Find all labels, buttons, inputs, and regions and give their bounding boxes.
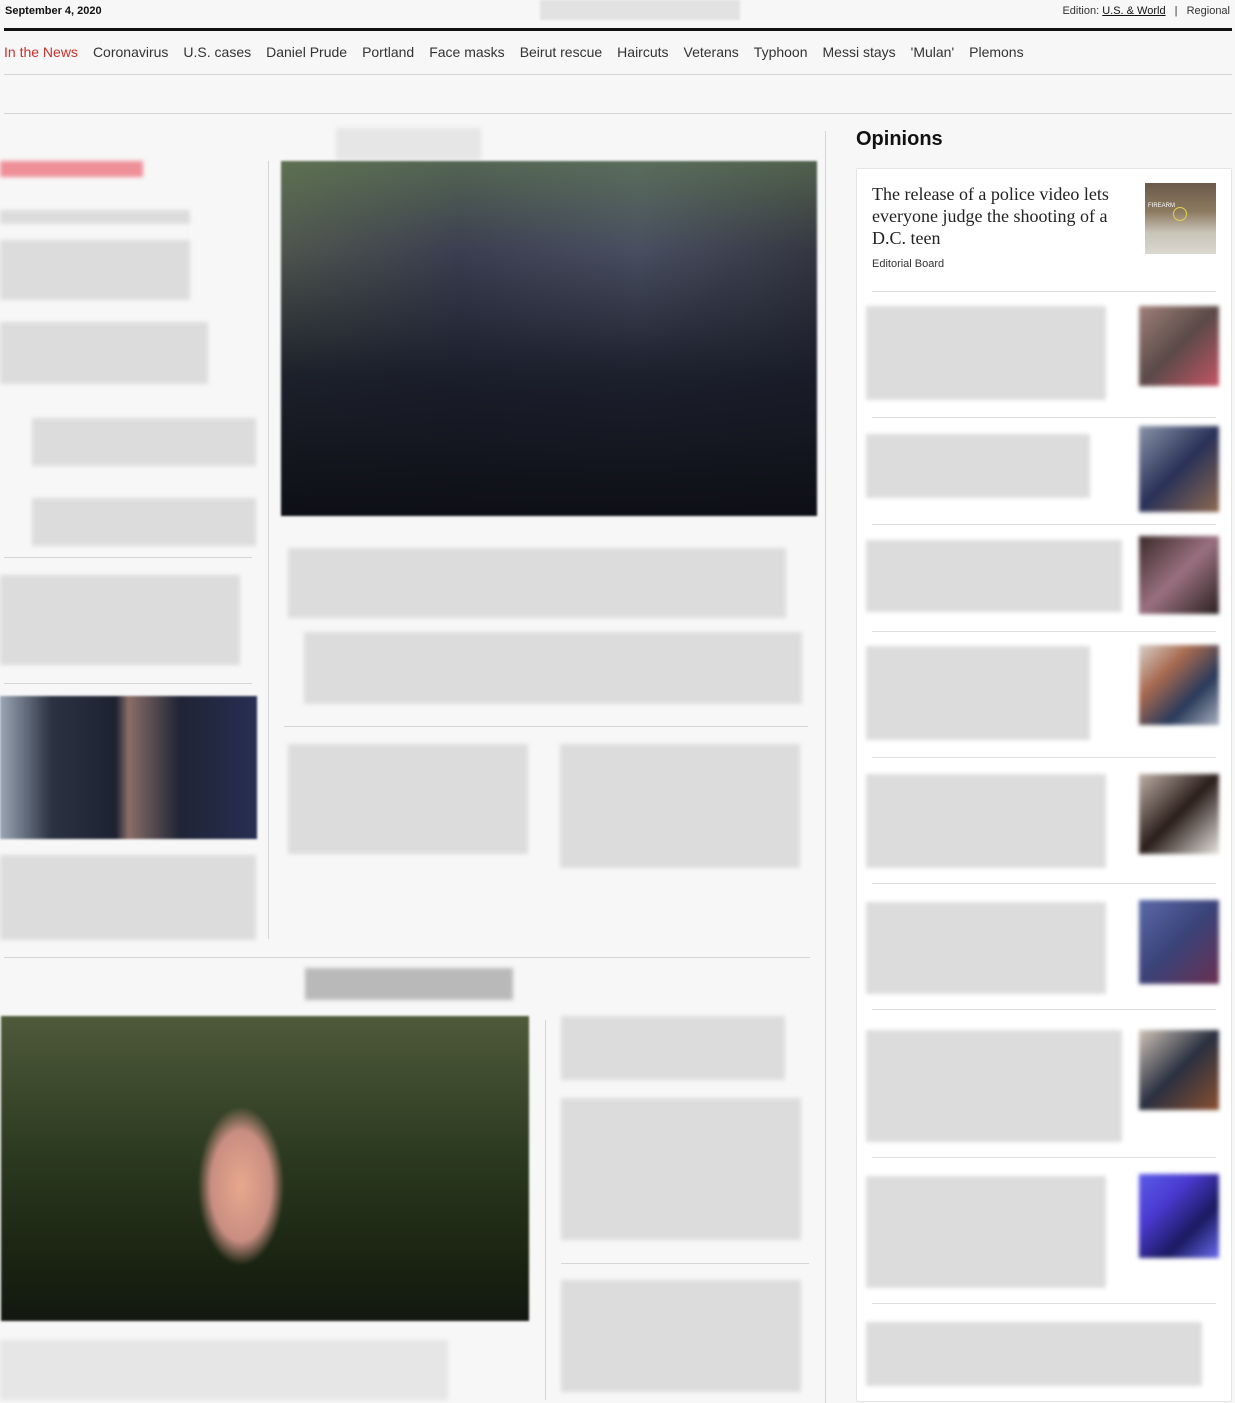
edition-label: Edition: bbox=[1062, 5, 1100, 17]
divider bbox=[561, 1263, 809, 1264]
opinion-item-thumbnail[interactable] bbox=[1139, 900, 1219, 984]
highlight-circle-icon bbox=[1173, 207, 1187, 221]
divider bbox=[4, 957, 810, 958]
header-rule bbox=[4, 28, 1232, 31]
section-title-redacted bbox=[305, 968, 513, 1000]
in-the-news-nav: In the News Coronavirus U.S. cases Danie… bbox=[4, 44, 1039, 60]
story-redacted[interactable] bbox=[561, 1280, 801, 1392]
nav-item[interactable]: Portland bbox=[362, 44, 414, 60]
column-divider bbox=[268, 161, 269, 939]
opinion-item-thumbnail[interactable] bbox=[1139, 1030, 1219, 1110]
opinions-heading[interactable]: Opinions bbox=[856, 128, 943, 151]
story-kicker-redacted bbox=[0, 210, 190, 224]
main-kicker-redacted bbox=[336, 128, 481, 160]
story-summary-redacted bbox=[0, 322, 208, 384]
opinion-item-redacted[interactable] bbox=[866, 306, 1106, 400]
opinion-item-redacted[interactable] bbox=[866, 540, 1122, 612]
opinion-headline[interactable]: The release of a police video lets every… bbox=[872, 183, 1122, 249]
divider bbox=[284, 726, 808, 727]
section-divider bbox=[4, 113, 1232, 114]
opinion-divider bbox=[872, 883, 1216, 884]
nav-divider bbox=[4, 74, 1232, 75]
story-redacted[interactable] bbox=[560, 744, 800, 868]
nav-item[interactable]: 'Mulan' bbox=[911, 44, 954, 60]
opinion-divider bbox=[872, 757, 1216, 758]
opinion-thumbnail[interactable]: FIREARM bbox=[1145, 183, 1216, 254]
site-logo[interactable] bbox=[540, 0, 740, 20]
opinion-divider bbox=[872, 417, 1216, 418]
edition-us-world-link[interactable]: U.S. & World bbox=[1102, 5, 1165, 17]
opinion-item-thumbnail[interactable] bbox=[1139, 774, 1219, 854]
story-label-redacted bbox=[0, 161, 143, 177]
bottom-caption-redacted bbox=[0, 1340, 448, 1400]
nav-item[interactable]: Face masks bbox=[429, 44, 504, 60]
opinion-item-redacted[interactable] bbox=[866, 1176, 1106, 1288]
story-redacted[interactable] bbox=[288, 744, 528, 854]
story-redacted[interactable] bbox=[561, 1016, 785, 1080]
edition-regional-link[interactable]: Regional bbox=[1187, 5, 1230, 17]
opinion-item-redacted[interactable] bbox=[866, 902, 1106, 994]
nav-item[interactable]: Daniel Prude bbox=[266, 44, 347, 60]
divider bbox=[4, 683, 252, 684]
nav-in-the-news[interactable]: In the News bbox=[4, 44, 78, 60]
column-divider bbox=[825, 131, 826, 1403]
story-redacted[interactable] bbox=[0, 575, 240, 665]
story-headline-redacted[interactable] bbox=[0, 240, 190, 300]
nav-item[interactable]: Coronavirus bbox=[93, 44, 168, 60]
story-image[interactable] bbox=[0, 696, 257, 839]
opinion-item-thumbnail[interactable] bbox=[1139, 536, 1219, 614]
story-bullet-redacted[interactable] bbox=[32, 418, 256, 466]
opinion-item-thumbnail[interactable] bbox=[1139, 306, 1219, 386]
opinion-item-redacted[interactable] bbox=[866, 1322, 1202, 1386]
opinion-item-redacted[interactable] bbox=[866, 434, 1090, 498]
divider bbox=[4, 557, 252, 558]
main-headline-redacted[interactable] bbox=[288, 548, 786, 618]
thumbnail-caption: FIREARM bbox=[1148, 203, 1175, 209]
column-divider bbox=[545, 1020, 546, 1400]
page-date: September 4, 2020 bbox=[5, 5, 102, 17]
opinion-divider bbox=[872, 631, 1216, 632]
story-redacted[interactable] bbox=[0, 855, 256, 940]
nav-item[interactable]: Veterans bbox=[684, 44, 739, 60]
nav-item[interactable]: U.S. cases bbox=[183, 44, 251, 60]
opinion-divider bbox=[872, 1157, 1216, 1158]
opinion-author[interactable]: Editorial Board bbox=[872, 258, 944, 270]
nav-item[interactable]: Plemons bbox=[969, 44, 1023, 60]
opinion-divider bbox=[872, 1303, 1216, 1304]
opinion-item-thumbnail[interactable] bbox=[1139, 426, 1219, 512]
edition-separator: | bbox=[1174, 5, 1178, 17]
main-story-image[interactable] bbox=[281, 161, 817, 516]
opinion-item-redacted[interactable] bbox=[866, 774, 1106, 868]
story-bullet-redacted[interactable] bbox=[32, 498, 256, 546]
nav-item[interactable]: Haircuts bbox=[617, 44, 668, 60]
nav-item[interactable]: Typhoon bbox=[754, 44, 808, 60]
nav-item[interactable]: Beirut rescue bbox=[520, 44, 602, 60]
opinion-divider bbox=[872, 291, 1216, 292]
main-summary-redacted bbox=[304, 632, 802, 704]
opinion-item-redacted[interactable] bbox=[866, 1030, 1122, 1142]
nav-item[interactable]: Messi stays bbox=[823, 44, 896, 60]
opinion-item-redacted[interactable] bbox=[866, 646, 1090, 740]
opinion-item-thumbnail[interactable] bbox=[1139, 645, 1219, 725]
edition-switcher: Edition: U.S. & World | Regional bbox=[1062, 5, 1230, 17]
story-redacted[interactable] bbox=[561, 1098, 801, 1240]
opinion-divider bbox=[872, 1009, 1216, 1010]
bottom-story-image[interactable] bbox=[1, 1016, 529, 1321]
opinion-item-thumbnail[interactable] bbox=[1139, 1174, 1219, 1258]
opinion-divider bbox=[872, 524, 1216, 525]
